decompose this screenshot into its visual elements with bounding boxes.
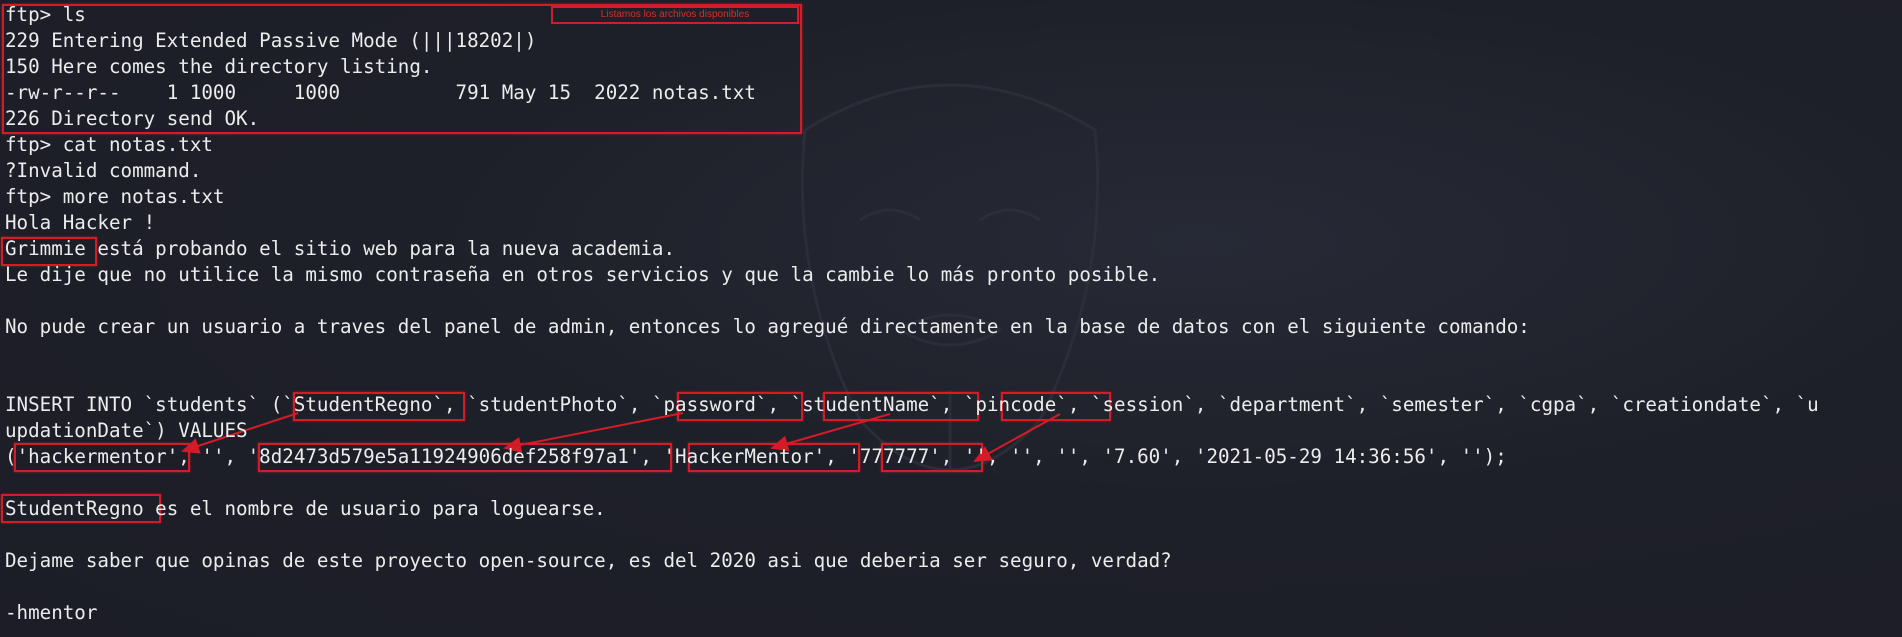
terminal-line: ftp> cat notas.txt xyxy=(5,133,213,156)
regno-rest: es el nombre de usuario para loguearse. xyxy=(143,497,606,520)
annotation-note: Listamos los archivos disponibles xyxy=(551,6,799,24)
terminal-line: No pude crear un usuario a traves del pa… xyxy=(5,315,1530,338)
terminal-line: 150 Here comes the directory listing. xyxy=(5,55,433,78)
regno-line: StudentRegno es el nombre de usuario par… xyxy=(5,496,606,522)
terminal-line: ftp> more notas.txt xyxy=(5,185,225,208)
terminal-window[interactable]: Listamos los archivos disponibles ftp> l… xyxy=(0,0,1902,637)
sql-value-username: 'hackermentor' xyxy=(16,445,179,468)
sql-text: , xyxy=(640,445,664,468)
sql-text: , `studentPhoto`, xyxy=(443,393,652,416)
terminal-line: ftp> ls xyxy=(5,3,86,26)
terminal-line: 229 Entering Extended Passive Mode (|||1… xyxy=(5,29,537,52)
grimmie-name: Grimmie xyxy=(5,237,86,260)
sql-text: , '', xyxy=(178,445,248,468)
grimmie-line: Grimmie está probando el sitio web para … xyxy=(5,236,675,262)
sql-value-password-hash: '8d2473d579e5a11924906def258f97a1' xyxy=(247,445,641,468)
terminal-line: Dejame saber que opinas de este proyecto… xyxy=(5,549,1172,572)
sql-column-studentregno: `StudentRegno` xyxy=(282,393,444,416)
terminal-line: 226 Directory send OK. xyxy=(5,107,260,130)
sql-text: INSERT INTO `students` ( xyxy=(5,393,283,416)
terminal-line: updationDate`) VALUES xyxy=(5,419,248,442)
sql-value-pincode: '777777' xyxy=(848,445,941,468)
terminal-line: Le dije que no utilice la mismo contrase… xyxy=(5,263,1161,286)
grimmie-rest: está probando el sitio web para la nueva… xyxy=(85,237,676,260)
sql-text: , xyxy=(940,393,964,416)
sql-text: , `session`, `department`, `semester`, `… xyxy=(1067,393,1819,416)
sql-value-studentname: 'HackerMentor' xyxy=(663,445,826,468)
sql-text: ( xyxy=(5,445,17,468)
terminal-line: Hola Hacker ! xyxy=(5,211,156,234)
terminal-line: -hmentor xyxy=(5,601,98,624)
sql-column-password: `password` xyxy=(651,393,768,416)
regno-name: StudentRegno xyxy=(5,497,144,520)
sql-column-studentname: `studentName` xyxy=(790,393,941,416)
terminal-line: -rw-r--r-- 1 1000 1000 791 May 15 2022 n… xyxy=(5,81,756,104)
sql-column-pincode: `pincode` xyxy=(963,393,1068,416)
sql-insert-line: INSERT INTO `students` (`StudentRegno`, … xyxy=(5,392,1819,418)
sql-values-line: ('hackermentor', '', '8d2473d579e5a11924… xyxy=(5,444,1507,470)
sql-text: , xyxy=(767,393,791,416)
terminal-line: ?Invalid command. xyxy=(5,159,202,182)
sql-text: , '', '', '', '7.60', '2021-05-29 14:36:… xyxy=(940,445,1507,468)
sql-text: , xyxy=(825,445,849,468)
